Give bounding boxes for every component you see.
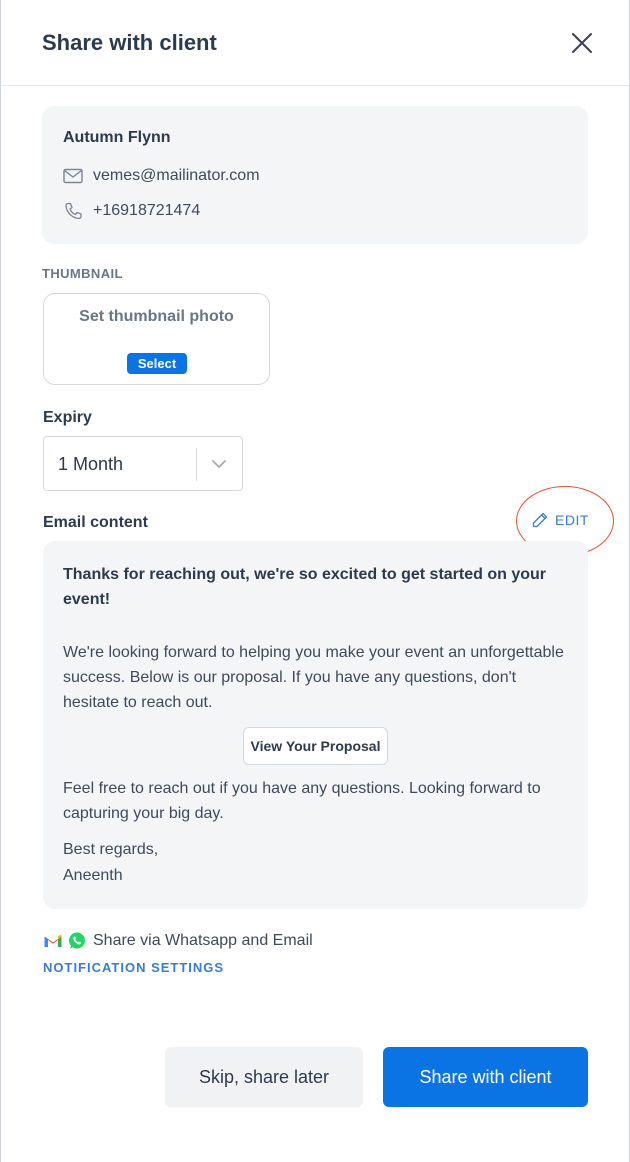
panel-header: Share with client [1, 0, 629, 86]
view-proposal-button[interactable]: View Your Proposal [243, 727, 388, 765]
share-via-text: Share via Whatsapp and Email [93, 932, 313, 949]
edit-label: EDIT [555, 512, 589, 528]
thumbnail-dropzone[interactable]: Set thumbnail photo Select [43, 293, 270, 385]
phone-icon [65, 202, 82, 220]
chevron-down-icon [212, 460, 226, 468]
mail-icon [63, 168, 83, 184]
notification-settings-link[interactable]: NOTIFICATION SETTINGS [43, 960, 224, 975]
select-divider [196, 448, 197, 481]
expiry-label: Expiry [43, 409, 92, 426]
expiry-select[interactable]: 1 Month [43, 436, 243, 491]
email-preview-card: Thanks for reaching out, we're so excite… [43, 541, 588, 909]
share-panel: Share with client Autumn Flynn vemes@mai… [0, 0, 630, 1162]
thumbnail-section-label: THUMBNAIL [42, 266, 123, 281]
close-icon [572, 33, 592, 53]
email-signature: Aneenth [63, 867, 123, 884]
email-closing-paragraph: Feel free to reach out if you have any q… [63, 780, 541, 822]
client-name: Autumn Flynn [63, 129, 171, 146]
client-email: vemes@mailinator.com [93, 167, 260, 184]
email-heading: Thanks for reaching out, we're so excite… [63, 566, 547, 608]
email-signoff: Best regards, [63, 841, 159, 858]
expiry-selected-value: 1 Month [58, 454, 124, 474]
email-intro-paragraph: We're looking forward to helping you mak… [63, 644, 564, 711]
pencil-icon [532, 512, 548, 528]
thumbnail-prompt: Set thumbnail photo [79, 308, 234, 325]
whatsapp-icon [69, 932, 85, 949]
edit-email-button[interactable]: EDIT [531, 511, 589, 529]
select-thumbnail-button[interactable]: Select [127, 353, 187, 374]
gmail-icon [44, 934, 62, 947]
share-channels: Share via Whatsapp and Email [43, 931, 313, 951]
panel-title: Share with client [42, 30, 217, 55]
skip-share-later-button[interactable]: Skip, share later [165, 1047, 363, 1107]
client-email-row: vemes@mailinator.com [63, 167, 260, 185]
email-content-label: Email content [43, 514, 148, 531]
client-phone-row: +16918721474 [63, 202, 200, 220]
share-with-client-button[interactable]: Share with client [383, 1047, 588, 1107]
client-phone: +16918721474 [93, 202, 201, 219]
client-contact-card: Autumn Flynn vemes@mailinator.com +16918… [42, 106, 588, 244]
close-button[interactable] [569, 30, 595, 56]
